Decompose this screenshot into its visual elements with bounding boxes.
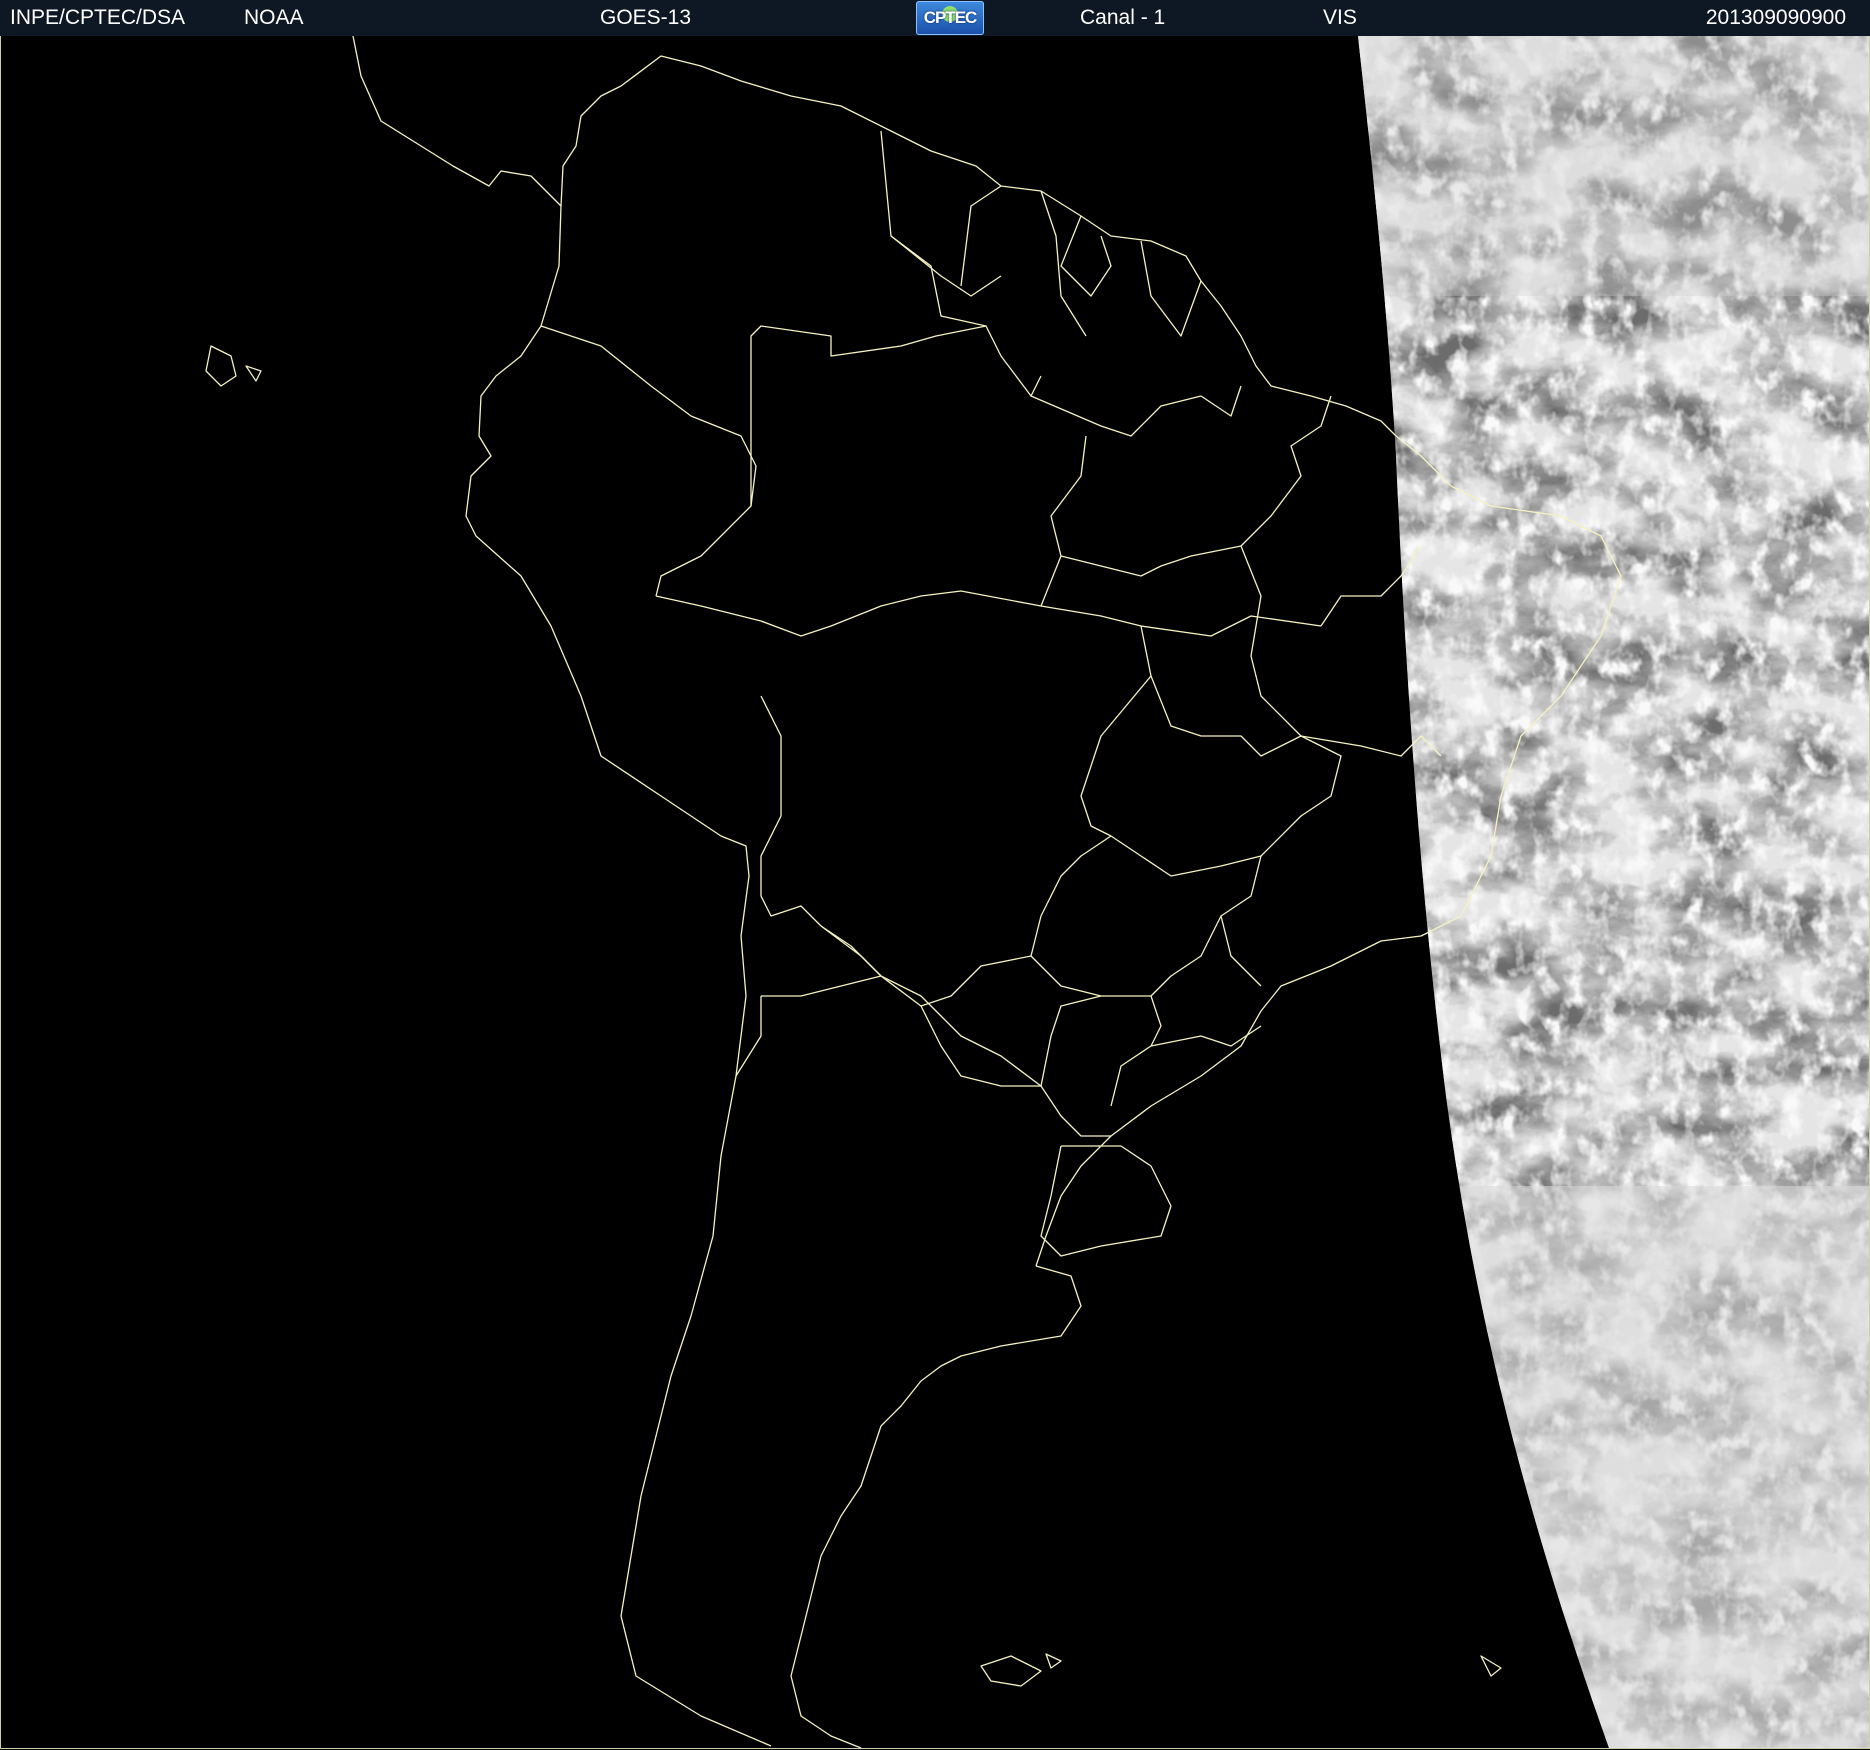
header-bar: INPE/CPTEC/DSA NOAA GOES-13 CPTEC Canal …	[0, 0, 1870, 36]
organization-label: INPE/CPTEC/DSA	[10, 6, 186, 29]
logo-text: CPTEC	[923, 8, 978, 27]
timestamp-label: 201309090900	[1705, 6, 1846, 29]
satellite-map	[0, 36, 1870, 1749]
cptec-logo: CPTEC	[916, 1, 984, 35]
illuminated-cloud-imagery	[1358, 36, 1869, 1748]
band-label: VIS	[1323, 6, 1357, 29]
agency-label: NOAA	[244, 6, 304, 29]
map-canvas	[205, 36, 1869, 1748]
channel-label: Canal - 1	[1080, 6, 1166, 29]
satellite-label: GOES-13	[600, 6, 692, 29]
